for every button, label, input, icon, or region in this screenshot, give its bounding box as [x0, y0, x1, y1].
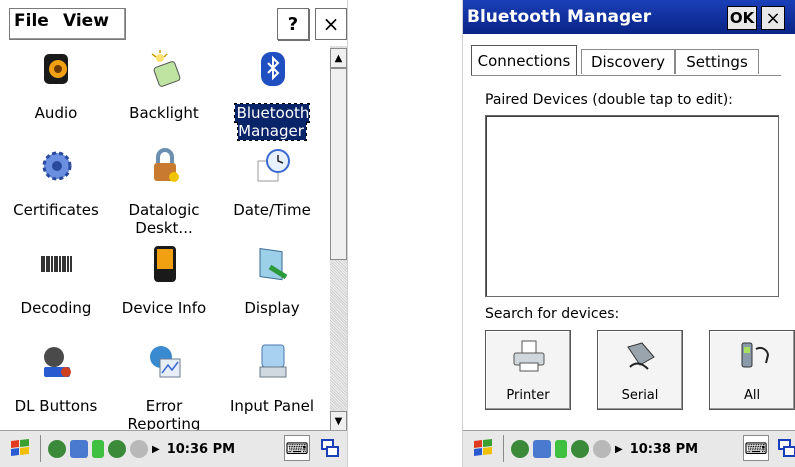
cp-item-dl-buttons[interactable]: DL Buttons	[2, 339, 110, 435]
clock-time[interactable]: 10:36 PM	[167, 442, 235, 457]
file-menu-label: File	[14, 11, 49, 31]
close-button[interactable]: ×	[761, 6, 785, 30]
cp-label: Backlight	[129, 104, 199, 122]
window-switch-icon[interactable]	[777, 438, 795, 458]
cp-item-bluetooth-manager[interactable]: Bluetooth Manager	[218, 46, 326, 142]
network-icon[interactable]	[48, 440, 66, 458]
display-icon	[259, 247, 288, 281]
file-menu[interactable]: File	[14, 11, 49, 31]
taskbar-divider	[40, 435, 41, 462]
cp-item-error-reporting[interactable]: Error Reporting	[110, 339, 218, 435]
battery-icon[interactable]	[555, 440, 567, 458]
close-button[interactable]: ×	[315, 8, 347, 40]
help-button[interactable]: ?	[277, 8, 309, 40]
bluetooth-manager-window: Bluetooth Manager OK × Connections Disco…	[462, 0, 795, 467]
cp-label: Certificates	[13, 201, 99, 219]
cp-item-datalogic-desktop[interactable]: Datalogic Deskt...	[110, 143, 218, 239]
tray-arrow-icon[interactable]: ▶	[152, 444, 160, 455]
printer-button[interactable]: Printer	[485, 330, 571, 410]
tab-connections[interactable]: Connections	[471, 45, 577, 76]
search-devices-label: Search for devices:	[485, 306, 620, 322]
menu-bar: File View ? ×	[0, 0, 347, 46]
keyboard-toggle-icon[interactable]: ⌨	[743, 435, 769, 461]
keyboard-toggle-icon[interactable]: ⌨	[284, 435, 310, 461]
cp-item-audio[interactable]: Audio	[2, 46, 110, 142]
cp-label: Datalogic Deskt...	[128, 201, 200, 237]
cp-item-decoding[interactable]: Decoding	[2, 241, 110, 337]
cp-item-device-info[interactable]: Device Info	[110, 241, 218, 337]
cp-item-input-panel[interactable]: Input Panel	[218, 339, 326, 435]
sync-icon[interactable]	[571, 440, 589, 458]
cp-label: DL Buttons	[14, 397, 98, 415]
clock-icon	[257, 149, 290, 182]
bluetooth-icon	[261, 52, 285, 86]
cp-item-certificates[interactable]: Certificates	[2, 143, 110, 239]
cp-label: Display	[244, 299, 300, 317]
control-panel-grid: Audio Backlight Bluetooth Manager Certif…	[0, 46, 328, 433]
cp-item-backlight[interactable]: Backlight	[110, 46, 218, 142]
all-devices-icon	[741, 342, 770, 368]
bluetooth-tray-icon[interactable]	[130, 440, 148, 458]
battery-icon[interactable]	[92, 440, 104, 458]
certificate-icon	[42, 151, 72, 181]
cp-label: Audio	[34, 104, 78, 122]
cp-label: Device Info	[121, 299, 207, 317]
all-button[interactable]: All	[709, 330, 795, 410]
cp-label: Input Panel	[229, 397, 315, 415]
windows-start-icon[interactable]	[471, 437, 495, 459]
vertical-scrollbar[interactable]: ▲ ▼	[330, 46, 347, 431]
paired-devices-list[interactable]	[485, 115, 779, 297]
title-bar: Bluetooth Manager OK ×	[463, 0, 795, 34]
scroll-thumb[interactable]	[330, 68, 347, 260]
cp-label: Date/Time	[233, 201, 311, 219]
network-icon[interactable]	[511, 440, 529, 458]
taskbar-divider	[503, 435, 504, 462]
cp-label-selected: Bluetooth Manager	[233, 103, 311, 141]
ok-button[interactable]: OK	[727, 6, 757, 30]
windows-start-icon[interactable]	[8, 437, 32, 459]
view-menu[interactable]: View	[63, 11, 109, 31]
bluetooth-tray-icon[interactable]	[593, 440, 611, 458]
all-label: All	[743, 388, 761, 403]
connection-icon[interactable]	[70, 440, 88, 458]
cp-item-display[interactable]: Display	[218, 241, 326, 337]
serial-icon	[627, 342, 655, 370]
view-menu-label: View	[63, 11, 109, 31]
clock-time[interactable]: 10:38 PM	[630, 442, 698, 457]
scroll-up-button[interactable]: ▲	[330, 48, 347, 68]
buttons-icon	[44, 347, 71, 377]
system-tray: ▶ 10:36 PM	[48, 438, 235, 460]
system-tray: ▶ 10:38 PM	[511, 438, 698, 460]
tab-discovery[interactable]: Discovery	[581, 49, 675, 74]
cp-item-date-time[interactable]: Date/Time	[218, 143, 326, 239]
control-panel-window: File View ? × Audio Backlight Bluetooth …	[0, 0, 348, 467]
keyboard-icon	[259, 344, 287, 378]
tray-arrow-icon[interactable]: ▶	[615, 444, 623, 455]
printer-icon	[513, 340, 545, 372]
paired-devices-label: Paired Devices (double tap to edit):	[485, 92, 733, 108]
error-report-icon	[150, 346, 181, 378]
device-icon	[154, 246, 176, 282]
window-title: Bluetooth Manager	[467, 7, 652, 27]
cp-label: Error Reporting	[127, 397, 201, 433]
serial-button[interactable]: Serial	[597, 330, 683, 410]
backlight-icon	[151, 50, 181, 87]
lock-icon	[154, 148, 179, 182]
taskbar: ▶ 10:38 PM ⌨	[463, 430, 795, 467]
barcode-icon	[40, 256, 74, 272]
tab-settings[interactable]: Settings	[675, 49, 759, 74]
connection-icon[interactable]	[533, 440, 551, 458]
sync-icon[interactable]	[108, 440, 126, 458]
tab-divider	[471, 75, 781, 76]
speaker-icon	[44, 54, 68, 84]
printer-label: Printer	[506, 388, 550, 403]
window-switch-icon[interactable]	[320, 438, 340, 458]
cp-label: Decoding	[20, 299, 92, 317]
taskbar: ▶ 10:36 PM ⌨	[0, 430, 347, 467]
scroll-down-button[interactable]: ▼	[330, 411, 347, 431]
serial-label: Serial	[621, 388, 659, 403]
